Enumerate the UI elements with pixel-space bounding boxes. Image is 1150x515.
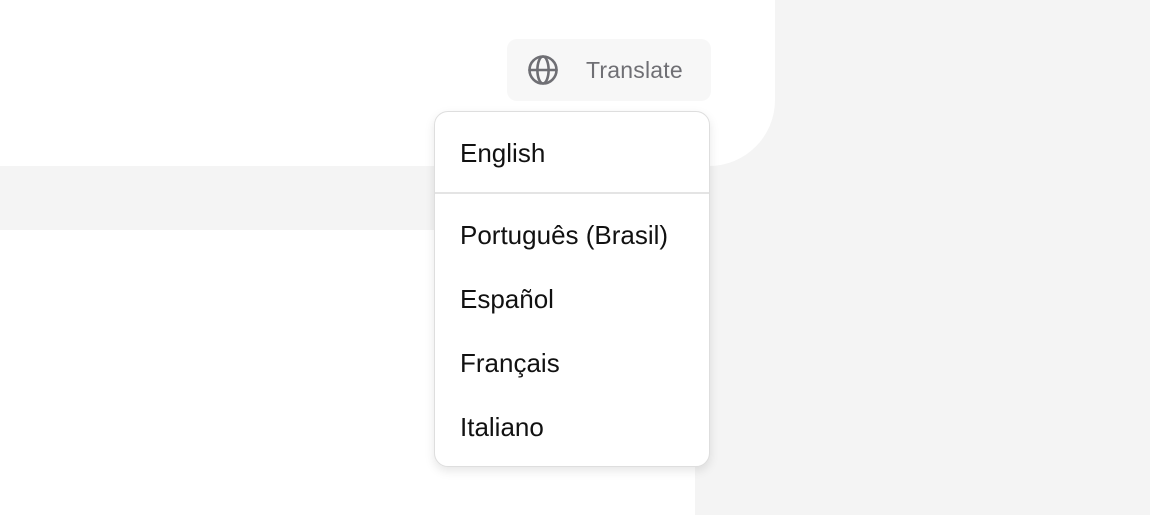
globe-icon: [528, 55, 558, 85]
translate-button[interactable]: Translate: [507, 39, 711, 101]
translate-label: Translate: [586, 57, 683, 83]
language-option-english[interactable]: English: [435, 121, 709, 185]
language-option-espanol[interactable]: Español: [435, 267, 709, 331]
language-option-portuguese-brasil[interactable]: Português (Brasil): [435, 203, 709, 267]
language-option-italiano[interactable]: Italiano: [435, 395, 709, 459]
language-option-francais[interactable]: Français: [435, 331, 709, 395]
language-menu: English Português (Brasil) Español Franç…: [434, 111, 710, 467]
menu-divider: [435, 192, 709, 194]
